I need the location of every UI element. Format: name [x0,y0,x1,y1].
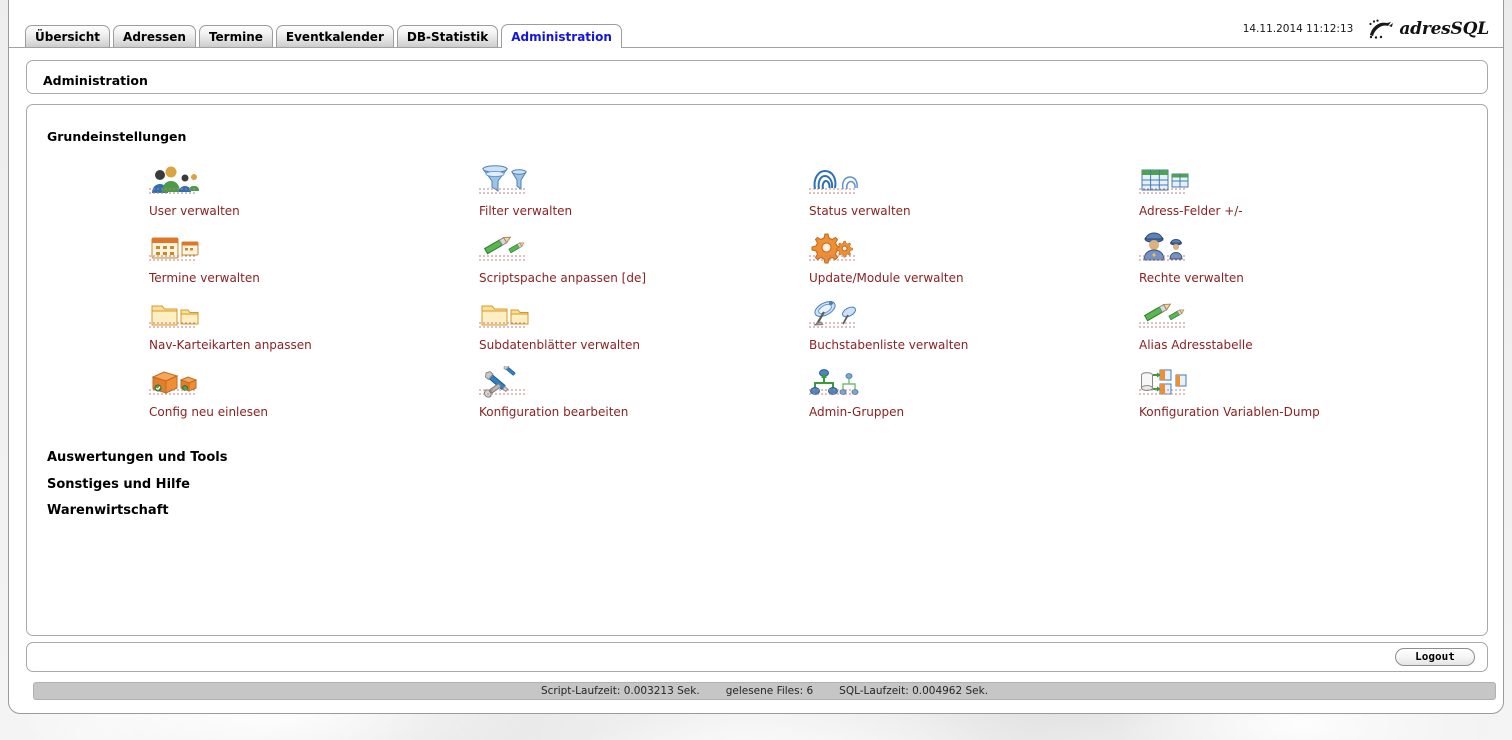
admin-link-rechte-verwalten[interactable]: Rechte verwalten [1139,232,1469,299]
admin-link-label: User verwalten [149,204,240,218]
admin-icon-grid: User verwalten Filter verwalten Status v… [149,165,1469,433]
section-heading-warenwirtschaft[interactable]: Warenwirtschaft [47,503,169,518]
app-window: ÜbersichtAdressenTermineEventkalenderDB-… [8,0,1504,714]
admin-link-label: Filter verwalten [479,204,572,218]
tab-bar-underline [9,47,1503,48]
section-heading-sonstiges[interactable]: Sonstiges und Hilfe [47,477,190,492]
admin-content-panel: Grundeinstellungen User verwalten Filter… [26,104,1488,636]
tab-eventkalender[interactable]: Eventkalender [276,25,394,48]
admin-link-label: Scriptspache anpassen [de] [479,271,646,285]
admin-link-label: Config neu einlesen [149,405,268,419]
admin-link-termine-verwalten[interactable]: Termine verwalten [149,232,479,299]
tab-termine[interactable]: Termine [199,25,273,48]
admin-link-label: Nav-Karteikarten anpassen [149,338,312,352]
admin-link-label: Update/Module verwalten [809,271,964,285]
package-box-icon [149,366,201,398]
folder-icon [479,299,531,331]
admin-link-user-verwalten[interactable]: User verwalten [149,165,479,232]
admin-link-label: Alias Adresstabelle [1139,338,1253,352]
admin-link-label: Rechte verwalten [1139,271,1244,285]
admin-link-label: Adress-Felder +/- [1139,204,1243,218]
tab-list: ÜbersichtAdressenTermineEventkalenderDB-… [25,0,625,48]
status-bar: Script-Laufzeit: 0.003213 Sek. gelesene … [33,682,1496,700]
admin-link-alias-adresstabelle[interactable]: Alias Adresstabelle [1139,299,1469,366]
folder-icon [149,299,201,331]
admin-link-update-module-verwalten[interactable]: Update/Module verwalten [809,232,1139,299]
brand-logo: adresSQL [1367,18,1489,40]
page-title: Administration [43,73,148,88]
tab-db-statistik[interactable]: DB-Statistik [397,25,498,48]
header-right: 14.11.2014 11:12:13 adresSQL [1243,18,1489,40]
admin-link-subdatenblaetter-verwalten[interactable]: Subdatenblätter verwalten [479,299,809,366]
table-grid-icon [1139,165,1191,197]
page-title-panel: Administration [26,60,1488,94]
admin-link-label: Termine verwalten [149,271,260,285]
gears-icon [809,232,861,264]
section-heading-grundeinstellungen[interactable]: Grundeinstellungen [47,129,186,144]
admin-link-scriptspache-anpassen-de[interactable]: Scriptspache anpassen [de] [479,232,809,299]
admin-link-adress-felder[interactable]: Adress-Felder +/- [1139,165,1469,232]
timestamp: 14.11.2014 11:12:13 [1243,23,1354,35]
fingerprint-icon [809,165,861,197]
calendar-icon [149,232,201,264]
pencil-icon [479,232,531,264]
tab-bersicht[interactable]: Übersicht [25,25,110,48]
admin-link-label: Admin-Gruppen [809,405,904,419]
brand-name: adresSQL [1399,19,1489,39]
section-heading-auswertungen[interactable]: Auswertungen und Tools [47,450,227,465]
logout-button[interactable]: Logout [1395,648,1475,666]
swoosh-icon [1367,18,1397,40]
footer-panel: Logout [26,642,1488,672]
admin-link-status-verwalten[interactable]: Status verwalten [809,165,1139,232]
satellite-dish-icon [809,299,861,331]
network-nodes-icon [809,366,861,398]
pencil-icon [1139,299,1191,331]
admin-link-label: Konfiguration Variablen-Dump [1139,405,1320,419]
admin-link-konfiguration-bearbeiten[interactable]: Konfiguration bearbeiten [479,366,809,433]
funnel-icon [479,165,531,197]
admin-link-label: Status verwalten [809,204,911,218]
admin-link-label: Konfiguration bearbeiten [479,405,628,419]
database-export-icon [1139,366,1191,398]
admin-link-label: Buchstabenliste verwalten [809,338,968,352]
status-sql-runtime: SQL-Laufzeit: 0.004962 Sek. [839,685,988,697]
admin-link-label: Subdatenblätter verwalten [479,338,640,352]
tools-icon [479,366,531,398]
admin-link-konfiguration-variablen-dump[interactable]: Konfiguration Variablen-Dump [1139,366,1469,433]
tab-administration[interactable]: Administration [501,24,622,48]
admin-link-config-neu-einlesen[interactable]: Config neu einlesen [149,366,479,433]
tab-adressen[interactable]: Adressen [113,25,196,48]
status-script-runtime: Script-Laufzeit: 0.003213 Sek. [541,685,700,697]
status-files-read: gelesene Files: 6 [726,685,813,697]
admin-link-buchstabenliste-verwalten[interactable]: Buchstabenliste verwalten [809,299,1139,366]
police-officer-icon [1139,232,1191,264]
users-icon [149,165,201,197]
admin-link-filter-verwalten[interactable]: Filter verwalten [479,165,809,232]
admin-link-nav-karteikarten-anpassen[interactable]: Nav-Karteikarten anpassen [149,299,479,366]
admin-link-admin-gruppen[interactable]: Admin-Gruppen [809,366,1139,433]
